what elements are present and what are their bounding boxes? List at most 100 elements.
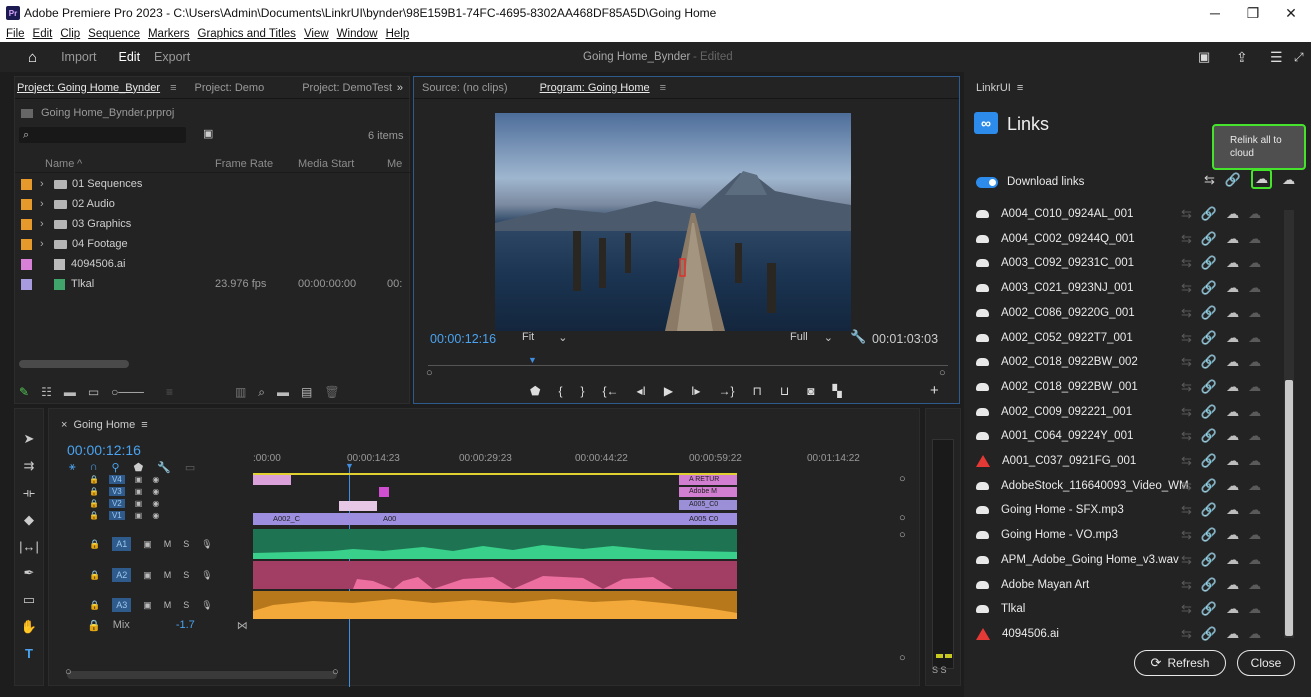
relink-cloud-icon[interactable]: ☁ xyxy=(1226,231,1239,247)
link-item[interactable]: A004_C002_09244Q_001 ⇆ 🔗 ☁ ☁ xyxy=(976,227,1281,251)
link-icon[interactable]: 🔗 xyxy=(1201,206,1217,222)
upload-cloud-icon[interactable]: ☁ xyxy=(1248,601,1261,617)
graphic-clip[interactable] xyxy=(379,487,389,497)
link-icon[interactable]: 🔗 xyxy=(1225,172,1241,189)
scroll-start-handle[interactable]: ○ xyxy=(65,666,72,678)
close-tab-icon[interactable]: × xyxy=(61,419,67,431)
link-icon[interactable]: 🔗 xyxy=(1201,305,1217,321)
link-item[interactable]: Adobe Mayan Art ⇆ 🔗 ☁ ☁ xyxy=(976,573,1281,597)
chevron-right-icon[interactable]: › xyxy=(40,178,50,190)
swap-icon[interactable]: ⇆ xyxy=(1181,255,1192,271)
audio-clip-a3[interactable] xyxy=(253,591,737,619)
scroll-end-handle[interactable]: ○ xyxy=(939,367,946,379)
more-tabs-icon[interactable]: » xyxy=(397,82,403,94)
project-row[interactable]: › 01 Sequences xyxy=(15,174,411,194)
link-icon[interactable]: 🔗 xyxy=(1201,354,1217,370)
type-tool-icon[interactable]: T xyxy=(25,646,33,661)
snap-icon[interactable]: ∩ xyxy=(90,461,98,474)
track-label[interactable]: V4 xyxy=(108,475,125,484)
mark-out-icon[interactable]: } xyxy=(580,384,584,398)
audio-track-header[interactable]: 🔒 A3 ▣ M S 🎙 xyxy=(89,595,213,615)
relink-cloud-icon[interactable]: ☁ xyxy=(1226,552,1239,568)
share-icon[interactable]: ⇪ xyxy=(1236,49,1248,66)
link-item[interactable]: A002_C086_09220G_001 ⇆ 🔗 ☁ ☁ xyxy=(976,301,1281,325)
track-scroll-handle[interactable]: ○ xyxy=(899,529,906,541)
video-track-header[interactable]: 🔒 V2 ▣ ◉ xyxy=(89,499,159,508)
link-icon[interactable]: 🔗 xyxy=(1201,255,1217,271)
label-color-swatch[interactable] xyxy=(21,218,32,230)
link-icon[interactable]: 🔗 xyxy=(1201,231,1217,247)
selection-tool-icon[interactable]: ➤ xyxy=(24,431,35,447)
audio-clip-a1[interactable] xyxy=(253,529,737,559)
maximize-button[interactable]: ❐ xyxy=(1234,0,1272,26)
link-item[interactable]: A001_C037_0921FG_001 ⇆ 🔗 ☁ ☁ xyxy=(976,449,1281,473)
link-icon[interactable]: 🔗 xyxy=(1201,428,1217,444)
link-icon[interactable]: 🔗 xyxy=(1201,404,1217,420)
go-to-out-icon[interactable]: →} xyxy=(718,384,734,398)
link-item[interactable]: A002_C018_0922BW_001 ⇆ 🔗 ☁ ☁ xyxy=(976,375,1281,399)
solo-buttons[interactable]: S S xyxy=(932,665,947,675)
video-track-header[interactable]: 🔒 V1 ▣ ◉ xyxy=(89,511,159,520)
program-timecode[interactable]: 00:00:12:16 xyxy=(430,332,496,346)
project-row[interactable]: › 02 Audio xyxy=(15,194,411,214)
relink-cloud-icon[interactable]: ☁ xyxy=(1226,280,1239,296)
upload-cloud-icon[interactable]: ☁ xyxy=(1248,404,1261,420)
razor-tool-icon[interactable]: ◆ xyxy=(24,512,34,528)
sync-lock-icon[interactable]: ▣ xyxy=(135,499,143,508)
track-scroll-handle[interactable]: ○ xyxy=(899,512,906,524)
upload-cloud-icon[interactable]: ☁ xyxy=(1248,354,1261,370)
upload-cloud-icon[interactable]: ☁ xyxy=(1248,502,1261,518)
extract-icon[interactable]: ⊔ xyxy=(780,384,789,398)
video-clip-a005-c0[interactable]: A005_C0 xyxy=(679,500,737,510)
relink-cloud-icon[interactable]: ☁ xyxy=(1226,330,1239,346)
link-item[interactable]: A004_C010_0924AL_001 ⇆ 🔗 ☁ ☁ xyxy=(976,202,1281,226)
project-row[interactable]: 4094506.ai xyxy=(15,254,411,274)
linkrui-tab[interactable]: LinkrUI ≡ xyxy=(976,82,1023,94)
menu-markers[interactable]: Markers xyxy=(148,28,190,40)
swap-icon[interactable]: ⇆ xyxy=(1204,172,1215,189)
quick-export-icon[interactable]: ▣ xyxy=(1198,49,1210,65)
link-item[interactable]: A003_C092_09231C_001 ⇆ 🔗 ☁ ☁ xyxy=(976,251,1281,275)
solo-button[interactable]: S xyxy=(183,600,189,610)
program-scrubber[interactable] xyxy=(428,365,948,366)
upload-cloud-icon[interactable]: ☁ xyxy=(1248,206,1261,222)
eye-icon[interactable]: ◉ xyxy=(152,487,159,496)
video-clip-adobe-m[interactable]: Adobe M xyxy=(679,487,737,497)
project-row[interactable]: Tlkal 23.976 fps 00:00:00:00 00: xyxy=(15,274,411,294)
link-icon[interactable]: 🔗 xyxy=(1201,502,1217,518)
link-item[interactable]: Going Home - VO.mp3 ⇆ 🔗 ☁ ☁ xyxy=(976,523,1281,547)
col-media-more[interactable]: Me xyxy=(387,158,402,170)
fit-dropdown[interactable]: Fit ⌄ xyxy=(522,331,567,344)
upload-cloud-icon[interactable]: ☁ xyxy=(1248,305,1261,321)
tab-program[interactable]: Program: Going Home xyxy=(540,82,650,94)
col-frame-rate[interactable]: Frame Rate xyxy=(215,158,273,170)
relink-cloud-icon[interactable]: ☁ xyxy=(1226,478,1239,494)
upload-cloud-icon[interactable]: ☁ xyxy=(1248,478,1261,494)
project-search-input[interactable]: ⌕ xyxy=(19,127,186,143)
mark-in-icon[interactable]: { xyxy=(558,384,562,398)
chevron-right-icon[interactable]: › xyxy=(40,218,50,230)
workspace-export[interactable]: Export xyxy=(154,50,190,64)
zoom-slider[interactable]: ○─── xyxy=(111,385,144,400)
video-track-header[interactable]: 🔒 V4 ▣ ◉ xyxy=(89,475,159,484)
mute-button[interactable]: M xyxy=(164,539,172,549)
video-track-v1-clips[interactable]: A002_C A00 A005 C0 xyxy=(253,513,737,525)
lift-icon[interactable]: ⊓ xyxy=(752,384,761,398)
menu-window[interactable]: Window xyxy=(337,28,378,40)
upload-cloud-icon[interactable]: ☁ xyxy=(1282,172,1295,189)
link-item[interactable]: A003_C021_0923NJ_001 ⇆ 🔗 ☁ ☁ xyxy=(976,276,1281,300)
swap-icon[interactable]: ⇆ xyxy=(1181,552,1192,568)
relink-cloud-icon[interactable]: ☁ xyxy=(1226,255,1239,271)
lock-icon[interactable]: 🔒 xyxy=(89,570,100,581)
links-scrollbar-track[interactable] xyxy=(1284,210,1294,638)
download-links-toggle[interactable]: Download links xyxy=(976,176,1084,188)
eye-icon[interactable]: ◉ xyxy=(152,511,159,520)
chevron-right-icon[interactable]: › xyxy=(40,238,50,250)
wrench-icon[interactable]: 🔧 xyxy=(850,329,866,345)
new-item-icon[interactable]: ▤ xyxy=(301,385,312,400)
sync-lock-icon[interactable]: ▣ xyxy=(143,570,152,581)
pen-tool-icon[interactable]: ✒ xyxy=(24,565,35,581)
link-icon[interactable]: 🔗 xyxy=(1201,280,1217,296)
fullscreen-icon[interactable]: ⤢ xyxy=(1294,50,1304,65)
link-icon[interactable]: 🔗 xyxy=(1201,577,1217,593)
